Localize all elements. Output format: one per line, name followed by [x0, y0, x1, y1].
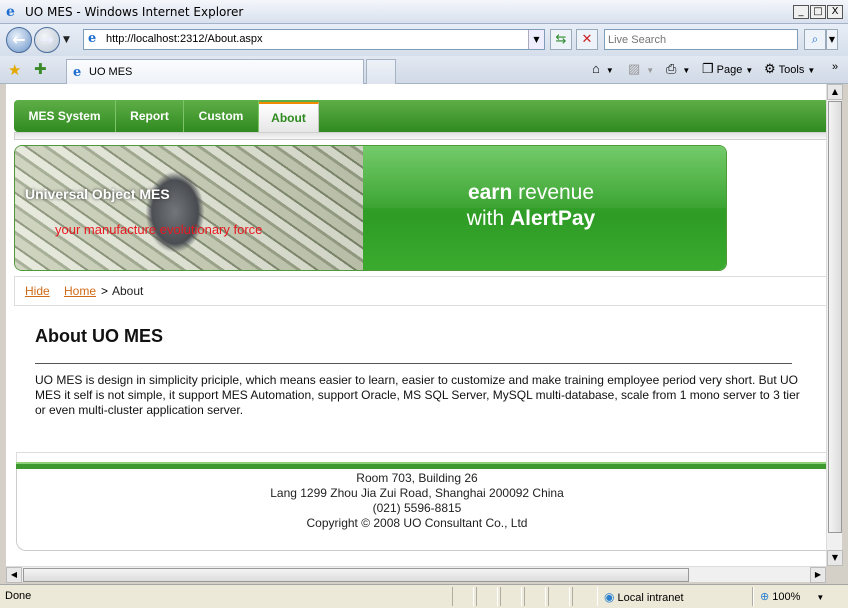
tab-label: UO MES [89, 66, 133, 78]
menu-item-custom[interactable]: Custom [184, 100, 259, 132]
breadcrumb-separator: > [101, 284, 109, 298]
horizontal-scrollbar[interactable]: ◀ ▶ [6, 566, 826, 583]
ad-line-1: earn revenue [467, 181, 595, 204]
status-text: Done [5, 590, 32, 602]
page-icon: ❐ [702, 61, 714, 76]
add-favorites-icon[interactable]: ✚ [34, 60, 47, 78]
address-bar[interactable]: e http://localhost:2312/About.aspx ▼ [83, 29, 545, 50]
site-menu: MES System Report Custom About [14, 100, 826, 132]
breadcrumb-home-link[interactable]: Home [64, 284, 96, 298]
footer-green-band [16, 462, 826, 469]
menu-item-about[interactable]: About [259, 102, 319, 132]
zoom-label: 100% [772, 591, 801, 603]
more-commands-chevron-icon[interactable]: » [832, 61, 838, 73]
scroll-right-icon[interactable]: ▶ [810, 567, 826, 583]
page-title: About UO MES [35, 326, 163, 346]
print-button[interactable]: ⎙ ▼ [666, 61, 690, 77]
forward-button[interactable]: → [34, 27, 60, 53]
gear-icon: ⚙ [764, 61, 776, 76]
scroll-left-icon[interactable]: ◀ [6, 567, 22, 583]
home-button[interactable]: ⌂ ▼ [592, 61, 614, 76]
scroll-up-icon[interactable]: ▲ [827, 84, 843, 100]
new-tab-button[interactable] [366, 59, 396, 84]
menu-submenu-strip [14, 132, 826, 140]
page-menu[interactable]: ❐ Page ▼ [702, 61, 753, 77]
footer-copyright: Copyright © 2008 UO Consultant Co., Ltd [306, 516, 528, 530]
breadcrumb-current: About [112, 284, 144, 298]
vertical-scrollbar[interactable]: ▲ ▼ [826, 84, 843, 566]
page-menu-label: Page [716, 64, 743, 76]
tab-uo-mes[interactable]: e UO MES [66, 59, 364, 84]
title-divider [35, 363, 792, 364]
window-title: UO MES - Windows Internet Explorer [25, 5, 244, 19]
search-box[interactable] [604, 29, 798, 50]
security-zone-label: Local intranet [617, 592, 684, 604]
ad-line-2: with AlertPay [466, 207, 596, 230]
footer-address-line-2: Lang 1299 Zhou Jia Zui Road, Shanghai 20… [270, 486, 564, 500]
feeds-button[interactable]: ▨ ▼ [628, 61, 654, 77]
maximize-button[interactable]: □ [810, 5, 826, 19]
refresh-button[interactable]: ⇆ [550, 29, 572, 50]
banner-subtitle: your manufacture evolutionary force [55, 222, 263, 237]
alertpay-ad[interactable]: earn revenue with AlertPay [363, 146, 726, 270]
recent-pages-dropdown-icon[interactable]: ▼ [63, 35, 70, 45]
tools-menu[interactable]: ⚙ Tools ▼ [764, 61, 815, 77]
back-button[interactable]: ← [6, 27, 32, 53]
close-button[interactable]: X [827, 5, 843, 19]
window-title-bar[interactable]: e UO MES - Windows Internet Explorer _ □… [0, 0, 848, 24]
menu-item-mes-system[interactable]: MES System [14, 100, 116, 132]
status-bar: Done ◉ Local intranet ⊕ 100% ▼ [0, 584, 848, 608]
scroll-down-icon[interactable]: ▼ [827, 550, 843, 566]
breadcrumb: Hide Home > About [14, 276, 826, 306]
stop-button[interactable]: ✕ [576, 29, 598, 50]
globe-icon: ◉ [604, 590, 615, 604]
page-viewport: MES System Report Custom About Universal… [6, 84, 826, 566]
navigation-bar: ← → ▼ e http://localhost:2312/About.aspx… [0, 24, 848, 56]
hide-link[interactable]: Hide [25, 284, 50, 298]
site-footer: Room 703, Building 26 Lang 1299 Zhou Jia… [16, 469, 826, 551]
home-icon: ⌂ [592, 61, 600, 76]
zoom-icon: ⊕ [760, 591, 770, 603]
address-dropdown-icon[interactable]: ▼ [528, 30, 544, 49]
rss-feed-icon: ▨ [628, 61, 641, 76]
search-input[interactable] [605, 30, 793, 49]
banner-title: Universal Object MES [25, 186, 170, 202]
site-banner: Universal Object MES your manufacture ev… [14, 145, 727, 271]
tab-command-bar: ★ ✚ e UO MES ⌂ ▼ ▨ ▼ ⎙ ▼ ❐ Page ▼ ⚙ Tools ▼ » [0, 56, 848, 84]
tools-menu-label: Tools [778, 64, 805, 76]
about-description: UO MES is design in simplicity priciple,… [35, 373, 800, 417]
ie-logo-icon: e [6, 4, 15, 20]
favorites-star-icon[interactable]: ★ [8, 61, 21, 79]
zoom-level[interactable]: ⊕ 100% ▼ [760, 590, 824, 603]
vertical-scroll-thumb[interactable] [828, 101, 842, 533]
page-icon: e [88, 31, 97, 46]
tab-page-icon: e [73, 65, 82, 80]
menu-item-report[interactable]: Report [116, 100, 184, 132]
horizontal-scroll-thumb[interactable] [23, 568, 689, 582]
minimize-button[interactable]: _ [793, 5, 809, 19]
address-url[interactable]: http://localhost:2312/About.aspx [106, 33, 263, 45]
printer-icon: ⎙ [666, 61, 677, 76]
footer-address-line-1: Room 703, Building 26 [356, 471, 478, 485]
search-icon[interactable]: ⌕ [804, 29, 826, 50]
footer-phone: (021) 5596-8815 [372, 501, 462, 515]
search-options-dropdown-icon[interactable]: ▼ [826, 29, 838, 50]
security-zone[interactable]: ◉ Local intranet [604, 590, 684, 604]
